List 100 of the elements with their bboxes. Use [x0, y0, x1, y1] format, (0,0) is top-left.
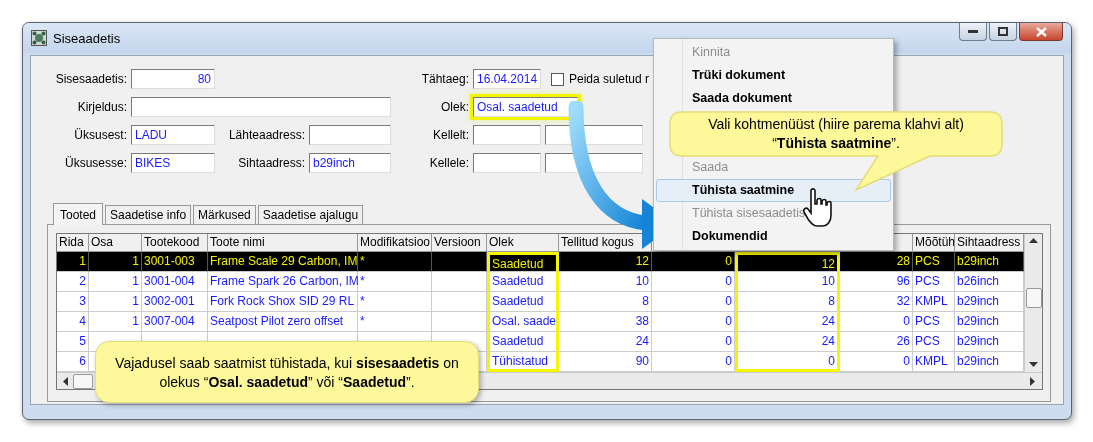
tab[interactable]: Tooted	[53, 203, 104, 225]
scroll-up-icon[interactable]	[1029, 238, 1038, 244]
table-cell: Saadetud	[487, 272, 559, 292]
tab[interactable]: Märkused	[193, 205, 256, 224]
field-label: Kellele:	[428, 156, 469, 170]
app-icon	[31, 30, 47, 46]
table-cell: 8	[559, 292, 652, 312]
table-cell: 12	[559, 252, 652, 272]
table-cell: b29inch	[955, 352, 1024, 372]
table-cell: Osal. saade	[487, 312, 559, 332]
table-cell: b26inch	[955, 272, 1024, 292]
menu-item[interactable]: Tühista saatmine	[656, 179, 891, 202]
text-field[interactable]: b29inch	[309, 153, 391, 173]
table-cell: b29inch	[955, 312, 1024, 332]
vertical-scrollbar[interactable]	[1024, 234, 1042, 372]
table-cell: 2	[57, 272, 89, 292]
field-label: Üksusest:	[73, 128, 127, 142]
table-cell: 12	[735, 252, 840, 272]
table-cell: 1	[89, 292, 142, 312]
table-cell: PCS	[913, 332, 955, 352]
column-header[interactable]: Modifikatsioo	[358, 234, 432, 252]
field-label: Kirjeldus:	[76, 100, 127, 114]
column-header[interactable]: Mõõtüh	[913, 234, 955, 252]
table-cell: 3002-001	[142, 292, 208, 312]
table-cell: 10	[735, 272, 840, 292]
table-cell: Tühistatud	[487, 352, 559, 372]
table-cell: 96	[840, 272, 913, 292]
table-cell: Fork Rock Shox SID 29 RL	[208, 292, 358, 312]
menu-item[interactable]: Saada dokument	[656, 87, 891, 110]
text-field[interactable]	[309, 125, 391, 145]
column-header[interactable]: Rida	[57, 234, 89, 252]
checkbox[interactable]	[551, 72, 564, 86]
table-cell: 90	[559, 352, 652, 372]
table-cell: 3001-003	[142, 252, 208, 272]
field-label: Kellelt:	[431, 128, 469, 142]
field-label: Olek:	[440, 100, 469, 114]
scroll-thumb[interactable]	[73, 373, 93, 389]
table-cell: 3	[57, 292, 89, 312]
column-header[interactable]: Tellitud kogus	[559, 234, 652, 252]
table-cell: *	[358, 272, 432, 292]
table-cell: 26	[840, 332, 913, 352]
column-header[interactable]: Osa	[89, 234, 142, 252]
table-cell: Saadetud	[487, 252, 559, 272]
table-cell	[432, 312, 487, 332]
window-title: Siseaadetis	[53, 30, 121, 46]
text-field[interactable]: Osal. saadetud	[473, 97, 578, 117]
scroll-down-icon[interactable]	[1029, 362, 1038, 368]
maximize-button[interactable]	[989, 23, 1017, 41]
table-cell: 28	[840, 252, 913, 272]
field-label: Tähtaeg:	[420, 72, 469, 86]
table-cell: 0	[652, 272, 735, 292]
table-cell: 1	[89, 272, 142, 292]
maximize-icon	[998, 27, 1008, 36]
scroll-right-icon[interactable]	[1030, 376, 1036, 386]
table-cell: 6	[57, 352, 89, 372]
table-cell: 0	[840, 312, 913, 332]
menu-item[interactable]: Trüki dokument	[656, 64, 891, 87]
text-field[interactable]: BIKES	[131, 153, 215, 173]
column-header[interactable]: Versioon	[432, 234, 487, 252]
tab[interactable]: Saadetise info	[105, 205, 192, 224]
table-cell: 0	[735, 352, 840, 372]
table-cell: Frame Spark 26 Carbon, IM	[208, 272, 358, 292]
text-field[interactable]: LADU	[131, 125, 215, 145]
field-label: Üksusesse:	[63, 156, 127, 170]
table-cell: b29inch	[955, 252, 1024, 272]
table-cell: 5	[57, 332, 89, 352]
table-cell: Saadetud	[487, 332, 559, 352]
table-cell: b29inch	[955, 332, 1024, 352]
text-field[interactable]: 16.04.2014	[473, 69, 541, 89]
text-field[interactable]	[473, 153, 541, 173]
column-header[interactable]: Toote nimi	[208, 234, 358, 252]
table-cell: 10	[559, 272, 652, 292]
field-label: Lähteaadress:	[227, 128, 305, 142]
close-icon	[1035, 26, 1047, 37]
scroll-thumb[interactable]	[1025, 288, 1042, 308]
table-cell: Seatpost Pilot zero offset	[208, 312, 358, 332]
text-field[interactable]	[131, 97, 391, 117]
table-cell	[432, 292, 487, 312]
text-field[interactable]: 80	[131, 69, 215, 89]
table-cell: 8	[735, 292, 840, 312]
table-cell: 24	[559, 332, 652, 352]
callout-text: Vali kohtmenüüst (hiire parema klahvi alt) “Tühista saatmine”.	[707, 115, 965, 153]
table-cell: 0	[652, 292, 735, 312]
table-cell: 32	[840, 292, 913, 312]
menu-item[interactable]: Dokumendid	[656, 225, 891, 248]
table-cell: 0	[652, 252, 735, 272]
column-header[interactable]: Tootekood	[142, 234, 208, 252]
text-field[interactable]	[473, 125, 541, 145]
table-cell: 24	[735, 312, 840, 332]
tab[interactable]: Saadetise ajalugu	[257, 205, 364, 224]
column-header[interactable]: Sihtaadress	[955, 234, 1024, 252]
column-header[interactable]: Olek	[487, 234, 559, 252]
close-button[interactable]	[1019, 23, 1063, 41]
scroll-left-icon[interactable]	[63, 376, 69, 386]
table-cell: KMPL	[913, 352, 955, 372]
table-cell: 0	[652, 312, 735, 332]
table-cell: PCS	[913, 252, 955, 272]
table-cell: 0	[652, 332, 735, 352]
minimize-button[interactable]	[959, 23, 987, 41]
table-cell: 0	[652, 352, 735, 372]
